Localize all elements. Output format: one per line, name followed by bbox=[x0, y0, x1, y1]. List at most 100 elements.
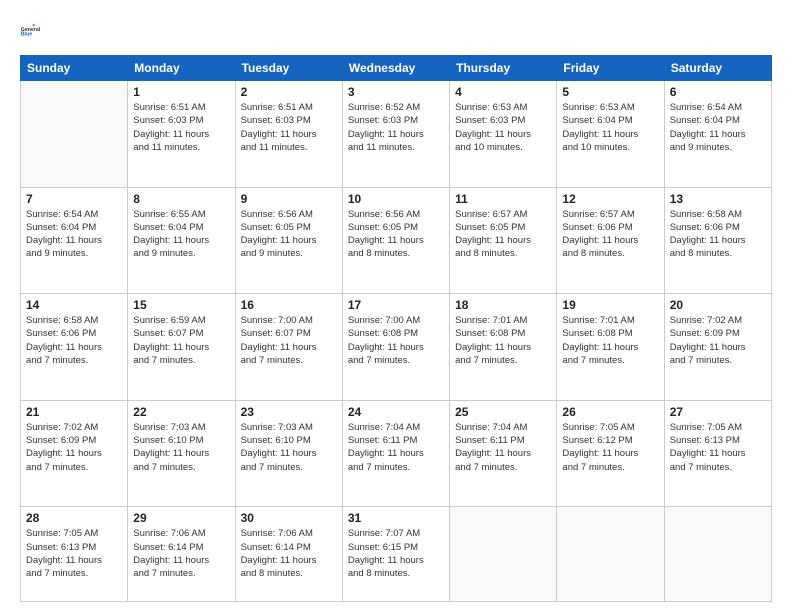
calendar-day-cell: 14 Sunrise: 6:58 AMSunset: 6:06 PMDayligh… bbox=[21, 294, 128, 401]
calendar-day-cell: 10 Sunrise: 6:56 AMSunset: 6:05 PMDayligh… bbox=[342, 187, 449, 294]
calendar-day-cell: 6 Sunrise: 6:54 AMSunset: 6:04 PMDaylight… bbox=[664, 81, 771, 188]
day-number: 6 bbox=[670, 85, 766, 99]
calendar-day-cell: 29 Sunrise: 7:06 AMSunset: 6:14 PMDayligh… bbox=[128, 507, 235, 602]
calendar-day-cell: 25 Sunrise: 7:04 AMSunset: 6:11 PMDayligh… bbox=[450, 400, 557, 507]
day-info: Sunrise: 6:58 AMSunset: 6:06 PMDaylight:… bbox=[670, 208, 766, 261]
calendar-day-header: Thursday bbox=[450, 56, 557, 81]
day-number: 15 bbox=[133, 298, 229, 312]
calendar-week-row: 1 Sunrise: 6:51 AMSunset: 6:03 PMDaylight… bbox=[21, 81, 772, 188]
day-number: 14 bbox=[26, 298, 122, 312]
day-info: Sunrise: 7:04 AMSunset: 6:11 PMDaylight:… bbox=[455, 421, 551, 474]
calendar-day-header: Monday bbox=[128, 56, 235, 81]
calendar-week-row: 14 Sunrise: 6:58 AMSunset: 6:06 PMDayligh… bbox=[21, 294, 772, 401]
day-info: Sunrise: 6:58 AMSunset: 6:06 PMDaylight:… bbox=[26, 314, 122, 367]
day-info: Sunrise: 6:57 AMSunset: 6:05 PMDaylight:… bbox=[455, 208, 551, 261]
day-number: 22 bbox=[133, 405, 229, 419]
day-info: Sunrise: 6:56 AMSunset: 6:05 PMDaylight:… bbox=[241, 208, 337, 261]
day-number: 8 bbox=[133, 192, 229, 206]
calendar-day-cell: 23Sunrise: 7:03 AMSunset: 6:10 PMDayligh… bbox=[235, 400, 342, 507]
day-info: Sunrise: 6:51 AMSunset: 6:03 PMDaylight:… bbox=[241, 101, 337, 154]
calendar-day-cell: 16 Sunrise: 7:00 AMSunset: 6:07 PMDayligh… bbox=[235, 294, 342, 401]
calendar-day-cell bbox=[450, 507, 557, 602]
day-number: 17 bbox=[348, 298, 444, 312]
day-number: 25 bbox=[455, 405, 551, 419]
calendar-day-cell: 1 Sunrise: 6:51 AMSunset: 6:03 PMDaylight… bbox=[128, 81, 235, 188]
day-number: 13 bbox=[670, 192, 766, 206]
day-number: 4 bbox=[455, 85, 551, 99]
day-info: Sunrise: 6:53 AMSunset: 6:03 PMDaylight:… bbox=[455, 101, 551, 154]
calendar-day-cell: 11 Sunrise: 6:57 AMSunset: 6:05 PMDayligh… bbox=[450, 187, 557, 294]
day-info: Sunrise: 7:07 AMSunset: 6:15 PMDaylight:… bbox=[348, 527, 444, 580]
day-info: Sunrise: 7:05 AMSunset: 6:12 PMDaylight:… bbox=[562, 421, 658, 474]
day-info: Sunrise: 7:01 AMSunset: 6:08 PMDaylight:… bbox=[455, 314, 551, 367]
calendar-day-cell: 24Sunrise: 7:04 AMSunset: 6:11 PMDayligh… bbox=[342, 400, 449, 507]
calendar-day-cell: 20 Sunrise: 7:02 AMSunset: 6:09 PMDayligh… bbox=[664, 294, 771, 401]
calendar-day-cell: 12 Sunrise: 6:57 AMSunset: 6:06 PMDayligh… bbox=[557, 187, 664, 294]
day-info: Sunrise: 6:53 AMSunset: 6:04 PMDaylight:… bbox=[562, 101, 658, 154]
logo: General Blue bbox=[20, 15, 54, 45]
calendar-week-row: 7 Sunrise: 6:54 AMSunset: 6:04 PMDaylight… bbox=[21, 187, 772, 294]
day-info: Sunrise: 6:57 AMSunset: 6:06 PMDaylight:… bbox=[562, 208, 658, 261]
day-info: Sunrise: 7:03 AMSunset: 6:10 PMDaylight:… bbox=[133, 421, 229, 474]
calendar-day-cell: 5 Sunrise: 6:53 AMSunset: 6:04 PMDaylight… bbox=[557, 81, 664, 188]
calendar-day-cell: 30 Sunrise: 7:06 AMSunset: 6:14 PMDayligh… bbox=[235, 507, 342, 602]
day-number: 2 bbox=[241, 85, 337, 99]
calendar-day-cell: 18 Sunrise: 7:01 AMSunset: 6:08 PMDayligh… bbox=[450, 294, 557, 401]
day-info: Sunrise: 6:52 AMSunset: 6:03 PMDaylight:… bbox=[348, 101, 444, 154]
day-info: Sunrise: 7:05 AMSunset: 6:13 PMDaylight:… bbox=[26, 527, 122, 580]
day-number: 23 bbox=[241, 405, 337, 419]
calendar-day-cell: 9Sunrise: 6:56 AMSunset: 6:05 PMDaylight… bbox=[235, 187, 342, 294]
calendar-day-header: Sunday bbox=[21, 56, 128, 81]
calendar-day-header: Friday bbox=[557, 56, 664, 81]
day-number: 1 bbox=[133, 85, 229, 99]
calendar-table: SundayMondayTuesdayWednesdayThursdayFrid… bbox=[20, 55, 772, 602]
day-number: 20 bbox=[670, 298, 766, 312]
calendar-day-cell: 17 Sunrise: 7:00 AMSunset: 6:08 PMDayligh… bbox=[342, 294, 449, 401]
day-number: 29 bbox=[133, 511, 229, 525]
day-number: 19 bbox=[562, 298, 658, 312]
calendar-day-cell bbox=[21, 81, 128, 188]
day-info: Sunrise: 6:54 AMSunset: 6:04 PMDaylight:… bbox=[670, 101, 766, 154]
day-number: 18 bbox=[455, 298, 551, 312]
day-info: Sunrise: 7:06 AMSunset: 6:14 PMDaylight:… bbox=[133, 527, 229, 580]
day-number: 28 bbox=[26, 511, 122, 525]
day-info: Sunrise: 7:02 AMSunset: 6:09 PMDaylight:… bbox=[26, 421, 122, 474]
calendar-week-row: 21 Sunrise: 7:02 AMSunset: 6:09 PMDayligh… bbox=[21, 400, 772, 507]
day-number: 24 bbox=[348, 405, 444, 419]
day-number: 5 bbox=[562, 85, 658, 99]
calendar-day-cell: 13 Sunrise: 6:58 AMSunset: 6:06 PMDayligh… bbox=[664, 187, 771, 294]
calendar-day-cell bbox=[664, 507, 771, 602]
page: General Blue SundayMondayTuesdayWednesda… bbox=[0, 0, 792, 612]
day-info: Sunrise: 6:56 AMSunset: 6:05 PMDaylight:… bbox=[348, 208, 444, 261]
day-number: 30 bbox=[241, 511, 337, 525]
day-info: Sunrise: 7:06 AMSunset: 6:14 PMDaylight:… bbox=[241, 527, 337, 580]
calendar-week-row: 28 Sunrise: 7:05 AMSunset: 6:13 PMDayligh… bbox=[21, 507, 772, 602]
calendar-header-row: SundayMondayTuesdayWednesdayThursdayFrid… bbox=[21, 56, 772, 81]
calendar-day-header: Saturday bbox=[664, 56, 771, 81]
calendar-day-cell: 28 Sunrise: 7:05 AMSunset: 6:13 PMDayligh… bbox=[21, 507, 128, 602]
day-info: Sunrise: 7:01 AMSunset: 6:08 PMDaylight:… bbox=[562, 314, 658, 367]
day-number: 10 bbox=[348, 192, 444, 206]
day-info: Sunrise: 7:00 AMSunset: 6:08 PMDaylight:… bbox=[348, 314, 444, 367]
day-number: 7 bbox=[26, 192, 122, 206]
calendar-day-cell: 3Sunrise: 6:52 AMSunset: 6:03 PMDaylight… bbox=[342, 81, 449, 188]
day-number: 16 bbox=[241, 298, 337, 312]
day-number: 27 bbox=[670, 405, 766, 419]
day-info: Sunrise: 7:00 AMSunset: 6:07 PMDaylight:… bbox=[241, 314, 337, 367]
header: General Blue bbox=[20, 15, 772, 45]
day-info: Sunrise: 6:59 AMSunset: 6:07 PMDaylight:… bbox=[133, 314, 229, 367]
calendar-day-cell: 2 Sunrise: 6:51 AMSunset: 6:03 PMDaylight… bbox=[235, 81, 342, 188]
day-info: Sunrise: 6:51 AMSunset: 6:03 PMDaylight:… bbox=[133, 101, 229, 154]
calendar-day-cell bbox=[557, 507, 664, 602]
svg-text:Blue: Blue bbox=[21, 31, 32, 37]
calendar-day-cell: 19 Sunrise: 7:01 AMSunset: 6:08 PMDayligh… bbox=[557, 294, 664, 401]
calendar-day-header: Tuesday bbox=[235, 56, 342, 81]
day-number: 11 bbox=[455, 192, 551, 206]
day-number: 21 bbox=[26, 405, 122, 419]
day-info: Sunrise: 6:55 AMSunset: 6:04 PMDaylight:… bbox=[133, 208, 229, 261]
day-number: 12 bbox=[562, 192, 658, 206]
day-number: 31 bbox=[348, 511, 444, 525]
day-info: Sunrise: 7:02 AMSunset: 6:09 PMDaylight:… bbox=[670, 314, 766, 367]
day-info: Sunrise: 6:54 AMSunset: 6:04 PMDaylight:… bbox=[26, 208, 122, 261]
logo-icon: General Blue bbox=[20, 15, 50, 45]
